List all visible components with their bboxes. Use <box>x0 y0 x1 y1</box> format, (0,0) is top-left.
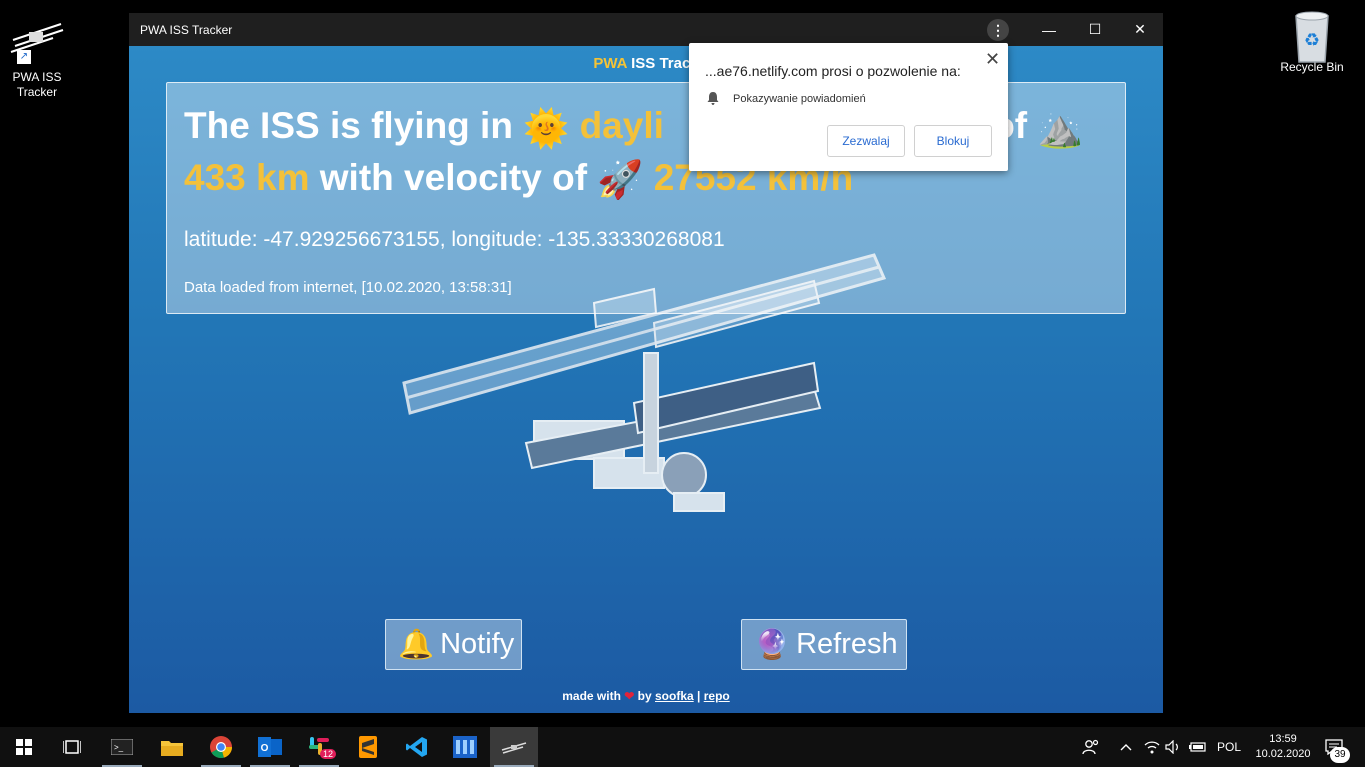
desktop-icon-label: PWA ISS <box>12 70 62 84</box>
people-button[interactable] <box>1082 727 1100 767</box>
maximize-button[interactable]: ☐ <box>1072 13 1118 46</box>
sun-icon: 🌞 <box>523 107 570 149</box>
folder-icon <box>161 741 183 756</box>
refresh-button[interactable]: 🔮 Refresh <box>741 619 907 670</box>
chrome-icon <box>210 736 232 758</box>
svg-text:♻: ♻ <box>1304 30 1320 50</box>
recycle-bin-icon: ♻ <box>1288 8 1336 63</box>
maximize-icon: ☐ <box>1088 21 1102 37</box>
more-vert-icon: ⋮ <box>987 18 1009 41</box>
window-titlebar[interactable]: PWA ISS Tracker ⋮ — ☐ ✕ <box>129 13 1163 46</box>
permission-label: Pokazywanie powiadomień <box>733 92 866 105</box>
windows-icon <box>16 739 32 755</box>
popup-close-button[interactable]: ✕ <box>985 49 1000 70</box>
volume-button[interactable] <box>1165 727 1181 767</box>
chevron-up-icon <box>1120 744 1132 751</box>
taskbar-pwa-iss-tracker[interactable] <box>490 727 538 767</box>
headline-text: with velocity of <box>309 156 598 198</box>
battery-icon <box>1189 742 1206 752</box>
close-icon: ✕ <box>1134 21 1146 37</box>
coordinates-text: latitude: -47.929256673155, longitude: -… <box>184 228 725 251</box>
block-button[interactable]: Blokuj <box>914 125 992 157</box>
film-app-icon <box>453 736 477 758</box>
task-view-icon <box>63 740 81 754</box>
wifi-icon <box>1144 741 1160 754</box>
terminal-icon: >_ <box>111 739 133 755</box>
window-title: PWA ISS Tracker <box>140 23 233 37</box>
show-hidden-icons-button[interactable] <box>1120 727 1132 767</box>
start-button[interactable] <box>0 727 48 767</box>
desktop-icon-label: Tracker <box>16 85 58 99</box>
headline-text: The ISS is flying in <box>184 105 524 146</box>
taskbar-terminal[interactable]: >_ <box>98 727 146 767</box>
network-button[interactable] <box>1144 727 1160 767</box>
iss-station-icon: ↗ <box>10 18 64 66</box>
taskbar-outlook[interactable]: O <box>246 727 294 767</box>
app-header-title: ISS Track <box>626 55 699 72</box>
permission-row: Pokazywanie powiadomień <box>707 92 866 105</box>
taskbar-sublime[interactable] <box>344 727 392 767</box>
battery-button[interactable] <box>1189 727 1207 767</box>
footer-text: by <box>634 689 655 703</box>
taskbar-clock[interactable]: 13:59 10.02.2020 <box>1248 732 1318 762</box>
clock-date: 10.02.2020 <box>1255 748 1311 760</box>
language-indicator[interactable]: POL <box>1217 727 1241 767</box>
allow-button[interactable]: Zezwalaj <box>827 125 905 157</box>
sublime-icon <box>359 736 377 758</box>
taskbar-app[interactable] <box>441 727 489 767</box>
app-menu-button[interactable]: ⋮ <box>976 13 1020 46</box>
desktop-icon-recycle-bin[interactable]: ♻ Recycle Bin <box>1276 8 1348 75</box>
mountain-icon: ⛰️ <box>1037 107 1084 149</box>
popup-title: ...ae76.netlify.com prosi o pozwolenie n… <box>705 63 961 79</box>
svg-text:O: O <box>261 743 269 754</box>
clock-time: 13:59 <box>1269 733 1297 745</box>
footer-separator: | <box>693 689 704 703</box>
svg-text:>_: >_ <box>114 743 124 752</box>
bell-icon: 🔔 <box>398 628 435 661</box>
refresh-label: Refresh <box>796 628 898 660</box>
slack-badge: 12 <box>320 749 337 759</box>
task-view-button[interactable] <box>48 727 96 767</box>
taskbar-vscode[interactable] <box>393 727 441 767</box>
data-loaded-text: Data loaded from internet, [10.02.2020, … <box>184 279 512 296</box>
speaker-icon <box>1165 740 1178 754</box>
repo-link[interactable]: repo <box>704 689 730 703</box>
bell-icon <box>707 92 719 105</box>
desktop-icon-pwa-iss-tracker[interactable]: ↗ PWA ISS Tracker <box>1 18 73 100</box>
footer: made with ❤ by soofka | repo <box>129 689 1163 703</box>
people-icon <box>1082 739 1099 755</box>
notify-label: Notify <box>440 628 515 660</box>
rocket-icon: 🚀 <box>597 159 644 201</box>
taskbar-chrome[interactable] <box>197 727 245 767</box>
heart-icon: ❤ <box>624 689 635 703</box>
app-header-pwa: PWA <box>593 55 627 72</box>
daylight-status: dayli <box>579 105 664 146</box>
taskbar: >_ O 12 POL 13:59 10.02.2020 39 <box>0 727 1365 767</box>
minimize-button[interactable]: — <box>1026 13 1072 46</box>
altitude-value: 433 km <box>184 156 310 198</box>
notification-count-badge: 39 <box>1330 747 1350 763</box>
author-link[interactable]: soofka <box>655 689 694 703</box>
footer-text: made with <box>562 689 625 703</box>
notify-button[interactable]: 🔔 Notify <box>385 619 522 670</box>
iss-station-icon <box>501 742 527 754</box>
close-window-button[interactable]: ✕ <box>1117 13 1163 46</box>
outlook-icon: O <box>258 737 282 757</box>
taskbar-slack[interactable]: 12 <box>295 727 343 767</box>
minimize-icon: — <box>1042 21 1056 38</box>
crystal-ball-icon: 🔮 <box>754 628 791 661</box>
notification-permission-popup: ...ae76.netlify.com prosi o pozwolenie n… <box>689 43 1008 171</box>
taskbar-file-explorer[interactable] <box>148 727 196 767</box>
vscode-icon <box>406 737 427 757</box>
